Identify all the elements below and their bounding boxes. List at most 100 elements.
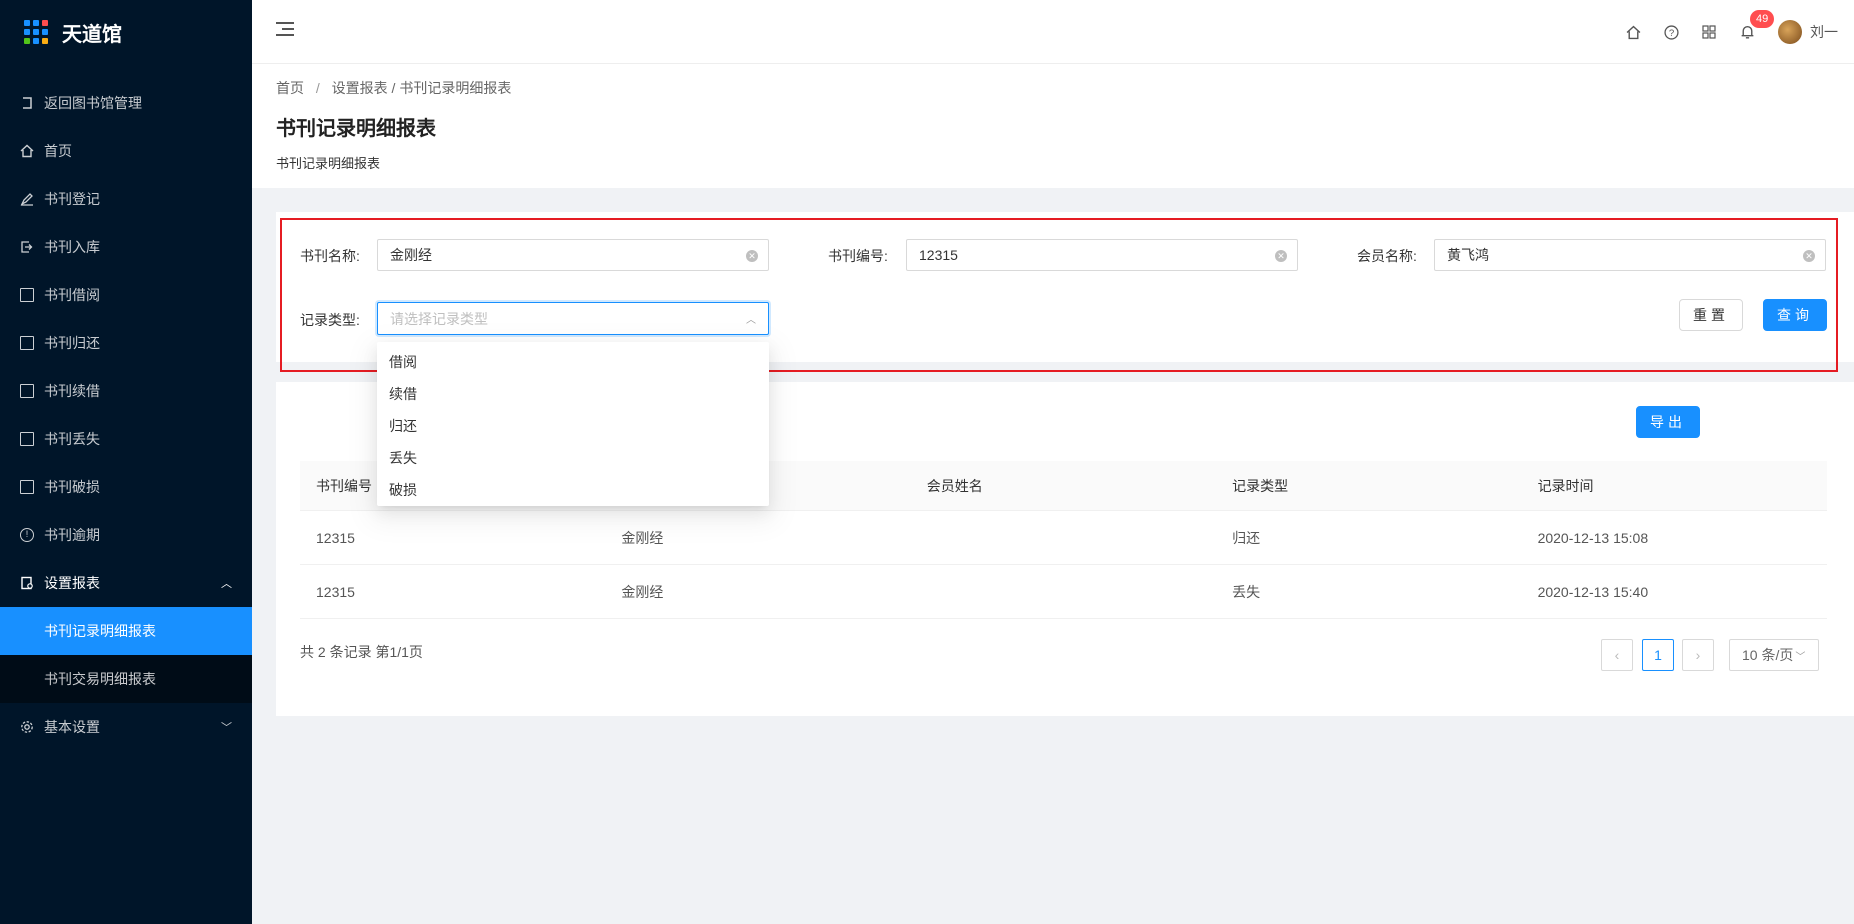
table-cell: 金刚经 — [621, 529, 664, 546]
total-count: 共 2 条记录 第1/1页 — [300, 644, 423, 660]
sidebar-item-stock-in[interactable]: 书刊入库 — [0, 223, 252, 271]
table-cell: 丢失 — [1232, 583, 1261, 600]
sidebar-item-label: 书刊登记 — [44, 191, 100, 207]
table-cell: 12315 — [316, 529, 355, 546]
sidebar-item-label: 书刊丢失 — [44, 431, 100, 447]
home-icon — [20, 144, 34, 158]
record-type-label: 记录类型: — [300, 312, 360, 328]
top-header: ? 49 刘一 ⋮ — [252, 0, 1854, 64]
chevron-right-icon: › — [1695, 647, 1701, 663]
page-title: 书刊记录明细报表 — [276, 118, 436, 140]
table-row[interactable]: 12315 金刚经 归还 2020-12-13 15:08 — [300, 511, 1827, 565]
page-size-value: 10 条/页 — [1742, 647, 1794, 663]
sidebar-group-label: 基本设置 — [44, 719, 100, 735]
file-icon — [20, 288, 34, 302]
dropdown-option[interactable]: 续借 — [377, 378, 769, 410]
logo[interactable]: 天道馆 — [0, 0, 252, 64]
more-icon[interactable]: ⋮ — [1848, 22, 1854, 42]
sidebar-item-overdue[interactable]: ! 书刊逾期 — [0, 511, 252, 559]
sidebar-item-label: 书刊记录明细报表 — [44, 623, 156, 639]
member-name-label: 会员名称: — [1357, 248, 1417, 264]
next-page-button[interactable]: › — [1682, 639, 1714, 671]
gear-icon — [20, 720, 34, 734]
sidebar-menu: 返回图书馆管理 首页 书刊登记 书刊入库 书刊借阅 书刊归还 书刊续借 书刊丢失… — [0, 79, 252, 751]
page-size-select[interactable]: 10 条/页 ﹀ — [1729, 639, 1819, 671]
dropdown-option[interactable]: 借阅 — [377, 346, 769, 378]
sidebar-item-return[interactable]: 书刊归还 — [0, 319, 252, 367]
header-actions: ? 49 刘一 ⋮ — [1614, 0, 1854, 64]
back-icon — [20, 96, 34, 110]
page-description: 书刊记录明细报表 — [276, 156, 381, 171]
notification-badge: 49 — [1750, 10, 1775, 28]
sidebar-item-renew[interactable]: 书刊续借 — [0, 367, 252, 415]
book-name-input[interactable]: 金刚经 ✕ — [377, 239, 769, 271]
sidebar-item-home[interactable]: 首页 — [0, 127, 252, 175]
menu-fold-icon[interactable] — [276, 22, 294, 38]
sidebar-item-register[interactable]: 书刊登记 — [0, 175, 252, 223]
chevron-up-icon: ︿ — [221, 578, 232, 590]
chevron-down-icon: ﹀ — [221, 722, 232, 734]
sidebar-item-damaged[interactable]: 书刊破损 — [0, 463, 252, 511]
sidebar-item-back[interactable]: 返回图书馆管理 — [0, 79, 252, 127]
breadcrumb-separator: / — [315, 80, 320, 96]
member-name-value: 黄飞鸿 — [1447, 247, 1489, 263]
file-icon — [20, 384, 34, 398]
record-type-select[interactable]: 请选择记录类型 ︿ — [377, 302, 769, 335]
sidebar-item-label: 书刊续借 — [44, 383, 100, 399]
dropdown-option[interactable]: 归还 — [377, 410, 769, 442]
edit-icon — [20, 192, 34, 206]
breadcrumb-path: 设置报表 / 书刊记录明细报表 — [331, 80, 512, 96]
sidebar-item-label: 书刊破损 — [44, 479, 100, 495]
sidebar-item-lost[interactable]: 书刊丢失 — [0, 415, 252, 463]
sidebar-group-settings[interactable]: 基本设置 ﹀ — [0, 703, 252, 751]
apps-grid-icon — [24, 20, 48, 44]
table-cell: 2020-12-13 15:40 — [1537, 583, 1649, 600]
apps-icon[interactable] — [1690, 0, 1728, 64]
sidebar-group-label: 设置报表 — [44, 575, 100, 591]
dropdown-option[interactable]: 丢失 — [377, 442, 769, 474]
sidebar-item-borrow[interactable]: 书刊借阅 — [0, 271, 252, 319]
sidebar: 天道馆 返回图书馆管理 首页 书刊登记 书刊入库 书刊借阅 书刊归还 书刊续借 … — [0, 0, 252, 924]
sidebar-item-transaction-report[interactable]: 书刊交易明细报表 — [0, 655, 252, 703]
breadcrumb: 首页 / 设置报表 / 书刊记录明细报表 — [276, 78, 1854, 98]
svg-text:?: ? — [1668, 27, 1673, 38]
file-icon — [20, 432, 34, 446]
home-icon[interactable] — [1614, 0, 1652, 64]
table-cell: 2020-12-13 15:08 — [1537, 529, 1649, 546]
sidebar-item-label: 返回图书馆管理 — [44, 95, 142, 111]
member-name-input[interactable]: 黄飞鸿 ✕ — [1434, 239, 1826, 271]
bell-icon[interactable]: 49 — [1728, 0, 1775, 64]
table-cell: 12315 — [316, 583, 355, 600]
column-header: 会员姓名 — [926, 477, 983, 494]
sidebar-item-label: 首页 — [44, 143, 72, 159]
book-no-input[interactable]: 12315 ✕ — [906, 239, 1298, 271]
column-header: 记录类型 — [1232, 477, 1289, 494]
sidebar-item-label: 书刊借阅 — [44, 287, 100, 303]
file-icon — [20, 336, 34, 350]
query-button[interactable]: 查询 — [1763, 299, 1827, 331]
search-form-card — [276, 212, 1854, 362]
page-header: 首页 / 设置报表 / 书刊记录明细报表 书刊记录明细报表 书刊记录明细报表 — [252, 64, 1854, 188]
clear-icon[interactable]: ✕ — [1803, 250, 1815, 262]
page-number-button[interactable]: 1 — [1642, 639, 1674, 671]
avatar[interactable] — [1778, 20, 1802, 44]
logo-text: 天道馆 — [62, 23, 122, 46]
help-icon[interactable]: ? — [1652, 0, 1690, 64]
login-icon — [20, 240, 34, 254]
sidebar-group-reports[interactable]: 设置报表 ︿ — [0, 559, 252, 607]
sidebar-item-record-report[interactable]: 书刊记录明细报表 — [0, 607, 252, 655]
book-no-label: 书刊编号: — [828, 248, 888, 264]
reset-button[interactable]: 重置 — [1679, 299, 1743, 331]
user-name[interactable]: 刘一 — [1810, 22, 1838, 42]
breadcrumb-home[interactable]: 首页 — [276, 80, 304, 96]
table-row[interactable]: 12315 金刚经 丢失 2020-12-13 15:40 — [300, 565, 1827, 619]
file-icon — [20, 480, 34, 494]
prev-page-button[interactable]: ‹ — [1601, 639, 1633, 671]
record-type-dropdown: 借阅 续借 归还 丢失 破损 — [377, 342, 769, 506]
export-button[interactable]: 导出 — [1636, 406, 1700, 438]
info-icon: ! — [20, 528, 34, 542]
clear-icon[interactable]: ✕ — [1275, 250, 1287, 262]
sidebar-item-label: 书刊逾期 — [44, 527, 100, 543]
clear-icon[interactable]: ✕ — [746, 250, 758, 262]
dropdown-option[interactable]: 破损 — [377, 474, 769, 506]
